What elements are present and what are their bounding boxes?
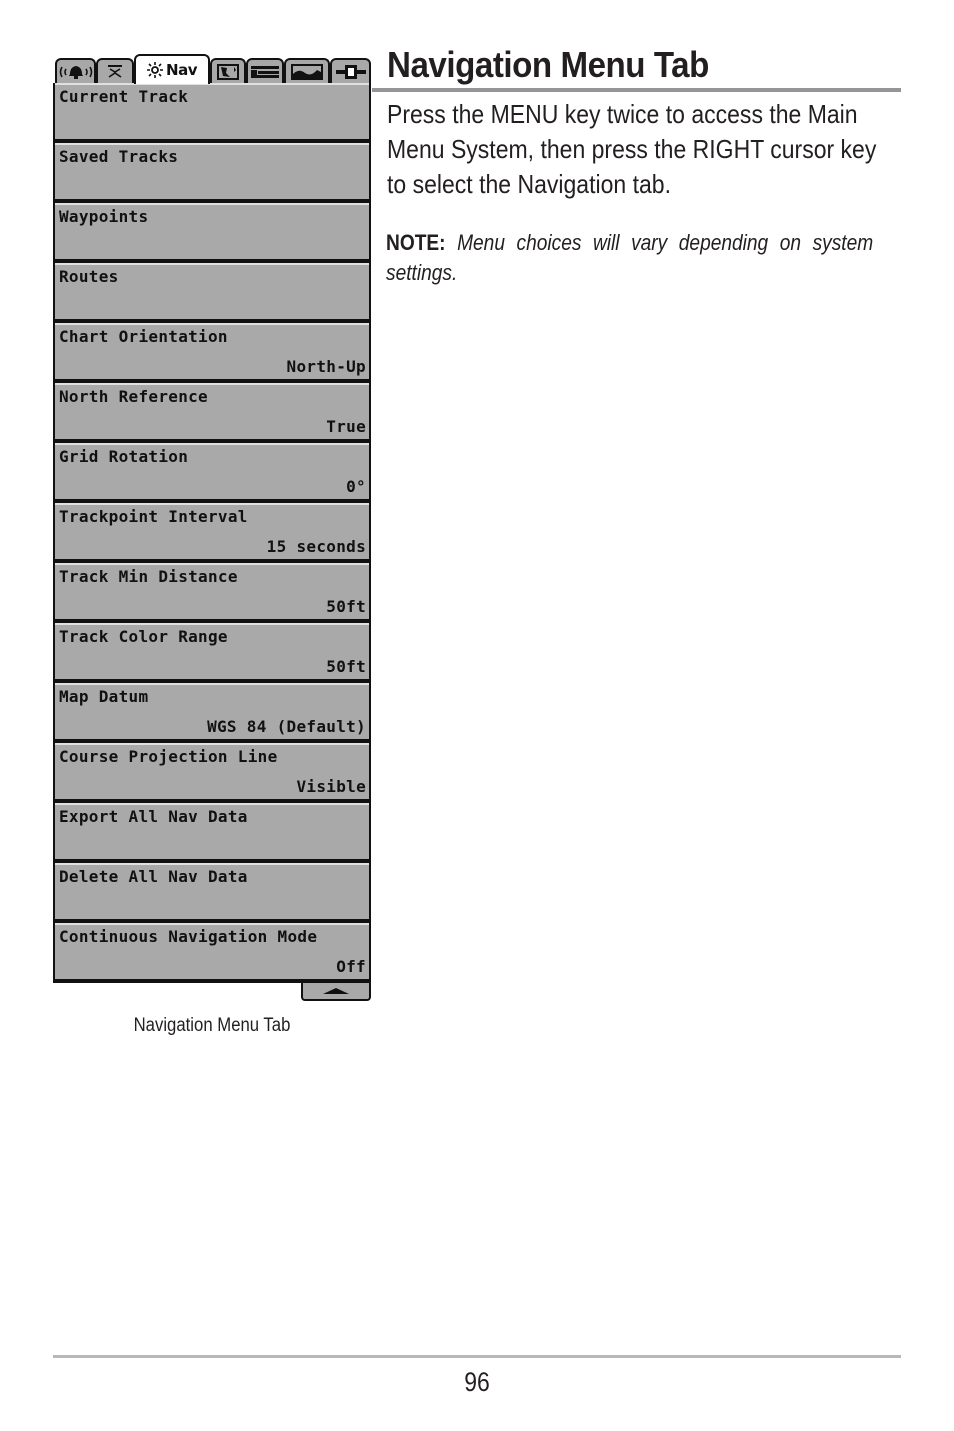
tab-chart[interactable] — [210, 58, 246, 83]
menu-item-label: Waypoints — [59, 207, 149, 226]
accessories-icon — [335, 64, 366, 79]
menu-item-north-reference[interactable]: North Reference True — [55, 383, 369, 441]
menu-item-trackpoint-interval[interactable]: Trackpoint Interval 15 seconds — [55, 503, 369, 561]
tab-navigation-label: Nav — [166, 61, 197, 79]
note-label: NOTE: — [386, 230, 446, 255]
menu-item-value: 0° — [346, 477, 366, 496]
menu-item-label: Routes — [59, 267, 119, 286]
page-title: Navigation Menu Tab — [387, 44, 709, 85]
tab-navigation[interactable]: Nav — [134, 54, 210, 84]
menu-item-label: Delete All Nav Data — [59, 867, 248, 886]
menu-item-track-min-distance[interactable]: Track Min Distance 50ft — [55, 563, 369, 621]
menu-item-label: Chart Orientation — [59, 327, 228, 346]
menu-item-waypoints[interactable]: Waypoints — [55, 203, 369, 261]
menu-item-label: North Reference — [59, 387, 208, 406]
menu-item-current-track[interactable]: Current Track — [55, 83, 369, 141]
note-paragraph: NOTE: Menu choices will vary depending o… — [386, 228, 873, 288]
menu-item-track-color-range[interactable]: Track Color Range 50ft — [55, 623, 369, 681]
figure-caption: Navigation Menu Tab — [133, 1015, 291, 1036]
tab-sonar[interactable] — [96, 58, 134, 83]
scroll-up-button[interactable] — [301, 983, 371, 1001]
menu-item-value: 15 seconds — [266, 537, 366, 556]
scroll-up-arrow-icon — [323, 988, 349, 994]
menu-item-value: WGS 84 (Default) — [207, 717, 366, 736]
menu-item-routes[interactable]: Routes — [55, 263, 369, 321]
menu-item-value: Off — [336, 957, 366, 976]
tab-alarms[interactable] — [55, 58, 96, 83]
menu-item-label: Saved Tracks — [59, 147, 179, 166]
menu-item-continuous-navigation-mode[interactable]: Continuous Navigation Mode Off — [55, 923, 369, 981]
menu-item-grid-rotation[interactable]: Grid Rotation 0° — [55, 443, 369, 501]
setup-wrench-icon — [251, 65, 279, 78]
menu-item-value: True — [326, 417, 366, 436]
menu-item-map-datum[interactable]: Map Datum WGS 84 (Default) — [55, 683, 369, 741]
menu-item-value: 50ft — [326, 597, 366, 616]
menu-item-label: Map Datum — [59, 687, 149, 706]
menu-item-value: Visible — [296, 777, 366, 796]
alarm-bell-icon — [59, 65, 92, 79]
menu-item-chart-orientation[interactable]: Chart Orientation North-Up — [55, 323, 369, 381]
menu-item-label: Track Color Range — [59, 627, 228, 646]
menu-item-saved-tracks[interactable]: Saved Tracks — [55, 143, 369, 201]
navigation-menu-screenshot: Nav Current Track Saved Tracks Waypoints… — [53, 54, 371, 1001]
tab-setup[interactable] — [246, 58, 284, 83]
menu-item-label: Trackpoint Interval — [59, 507, 248, 526]
page-number: 96 — [464, 1367, 490, 1397]
menu-item-course-projection-line[interactable]: Course Projection Line Visible — [55, 743, 369, 801]
menu-item-list: Current Track Saved Tracks Waypoints Rou… — [53, 83, 371, 983]
menu-item-label: Grid Rotation — [59, 447, 189, 466]
tab-views[interactable] — [284, 58, 330, 83]
sun-icon — [147, 62, 164, 78]
menu-item-delete-all-nav-data[interactable]: Delete All Nav Data — [55, 863, 369, 921]
menu-item-export-all-nav-data[interactable]: Export All Nav Data — [55, 803, 369, 861]
views-icon — [291, 63, 323, 80]
menu-item-value: 50ft — [326, 657, 366, 676]
note-text: Menu choices will vary depending on syst… — [386, 230, 874, 285]
menu-tab-bar: Nav — [53, 54, 371, 84]
body-paragraph: Press the MENU key twice to access the M… — [387, 99, 877, 199]
menu-item-label: Track Min Distance — [59, 567, 238, 586]
menu-item-label: Continuous Navigation Mode — [59, 927, 318, 946]
menu-item-value: North-Up — [286, 357, 366, 376]
title-divider — [372, 88, 901, 92]
footer-divider — [53, 1355, 901, 1358]
menu-item-label: Course Projection Line — [59, 747, 278, 766]
tab-accessories[interactable] — [330, 58, 371, 83]
chart-map-icon — [217, 63, 239, 80]
menu-item-label: Export All Nav Data — [59, 807, 248, 826]
sonar-icon — [108, 64, 122, 78]
menu-item-label: Current Track — [59, 87, 189, 106]
